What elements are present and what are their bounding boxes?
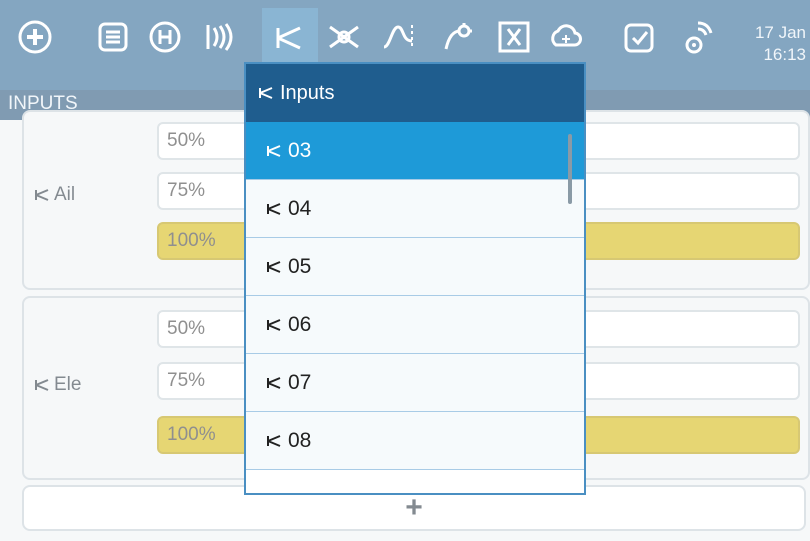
popup-item[interactable]: 07 — [246, 354, 584, 412]
popup-item-label: 04 — [288, 196, 312, 220]
input-icon — [267, 434, 281, 447]
input-icon — [267, 260, 281, 273]
popup-header: Inputs — [246, 64, 584, 122]
popup-item-label: 08 — [288, 428, 312, 452]
popup-title: Inputs — [280, 81, 335, 104]
input-icon — [267, 376, 281, 389]
popup-scrollbar[interactable] — [568, 134, 572, 204]
input-icon — [267, 202, 281, 215]
popup-item[interactable]: 04 — [246, 180, 584, 238]
popup-item-label: 06 — [288, 312, 312, 336]
popup-item[interactable]: 06 — [246, 296, 584, 354]
popup-item[interactable]: 05 — [246, 238, 584, 296]
popup-item[interactable]: 08 — [246, 412, 584, 470]
input-icon — [267, 318, 281, 331]
input-icon — [267, 144, 281, 157]
popup-item-label: 03 — [288, 138, 312, 162]
popup-item-selected[interactable]: 03 — [246, 122, 584, 180]
popup-item-label: 07 — [288, 370, 312, 394]
input-icon — [259, 87, 273, 99]
inputs-popup: Inputs 03 04 05 06 07 08 — [244, 62, 586, 495]
popup-item-label: 05 — [288, 254, 312, 278]
